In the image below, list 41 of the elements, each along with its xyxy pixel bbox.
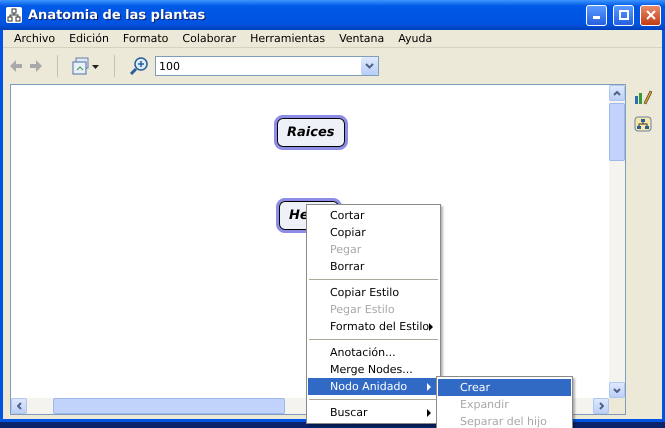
menu-bar-item[interactable]: Formato bbox=[116, 32, 176, 45]
minimize-button[interactable] bbox=[586, 4, 607, 26]
menu-item[interactable]: Copiar bbox=[308, 224, 439, 241]
menu-item[interactable]: Crear bbox=[438, 379, 571, 396]
menu-item[interactable]: Borrar bbox=[308, 258, 439, 275]
menu-item[interactable]: Cortar bbox=[308, 207, 439, 224]
right-caret-icon bbox=[598, 402, 604, 410]
menu-item[interactable]: Nodo Anidado bbox=[308, 378, 439, 395]
app-icon bbox=[6, 7, 22, 23]
nodes-panel-icon[interactable] bbox=[634, 116, 652, 134]
concept-node[interactable]: Raices bbox=[274, 115, 348, 150]
up-caret-icon bbox=[613, 90, 621, 96]
dropdown-caret-icon bbox=[365, 63, 374, 69]
scroll-right-button[interactable] bbox=[593, 398, 609, 414]
menu-bar-item[interactable]: Edición bbox=[62, 32, 116, 45]
menu-bar-item[interactable]: Ayuda bbox=[391, 32, 440, 45]
window-title: Anatomia de las plantas bbox=[28, 8, 206, 22]
menu-item[interactable]: Copiar Estilo bbox=[308, 284, 439, 301]
left-caret-icon bbox=[16, 402, 22, 410]
down-caret-icon bbox=[613, 388, 621, 392]
menu-bar-item[interactable]: Ventana bbox=[332, 32, 392, 45]
menu-item[interactable]: Buscar bbox=[308, 404, 439, 421]
menu-bar-item[interactable]: Archivo bbox=[7, 32, 62, 45]
scrollbar-thumb[interactable] bbox=[53, 398, 285, 414]
style-pencil-icon[interactable] bbox=[634, 88, 652, 106]
menu-bar-item[interactable]: Colaborar bbox=[175, 32, 244, 45]
maximize-icon bbox=[618, 10, 628, 20]
menu-bar-item[interactable]: Herramientas bbox=[243, 32, 332, 45]
scroll-left-button[interactable] bbox=[11, 398, 27, 414]
window-view-icon[interactable] bbox=[72, 57, 100, 75]
scroll-down-button[interactable] bbox=[609, 382, 625, 398]
zoom-icon[interactable] bbox=[129, 56, 149, 76]
scroll-up-button[interactable] bbox=[609, 85, 625, 101]
menu-item[interactable]: Formato del Estilo bbox=[308, 318, 439, 335]
menu-item[interactable]: Merge Nodes... bbox=[308, 361, 439, 378]
close-icon bbox=[646, 10, 656, 20]
maximize-button[interactable] bbox=[613, 4, 634, 26]
zoom-combo-box[interactable]: 100 bbox=[155, 56, 379, 76]
close-button[interactable] bbox=[640, 4, 661, 26]
scrollbar-thumb[interactable] bbox=[609, 103, 625, 161]
menu-item[interactable]: Anotación... bbox=[308, 344, 439, 361]
